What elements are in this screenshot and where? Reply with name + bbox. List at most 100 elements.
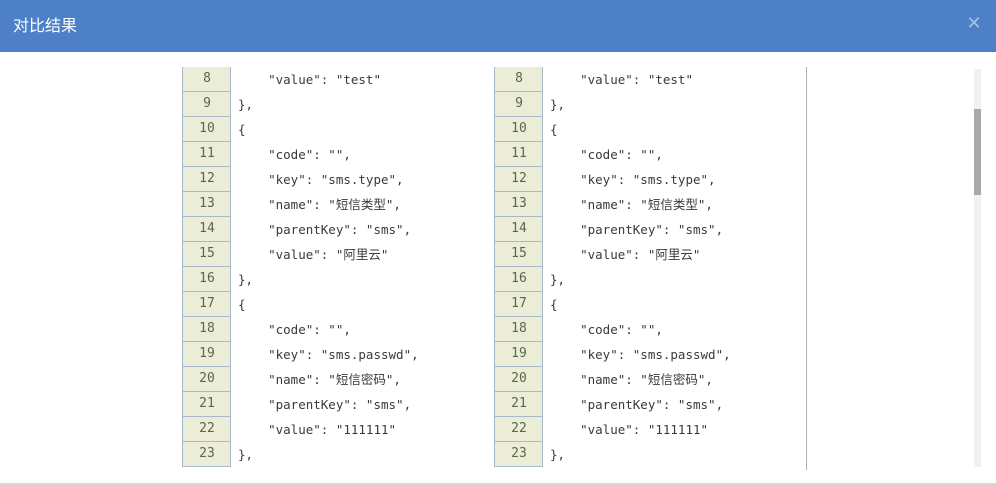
dialog-content: 8 "value": "test" 9}, 10{11 "code": "", 12 … [0,52,996,485]
code-line: 9}, [494,92,806,117]
code-line: 19 "key": "sms.passwd", [494,342,806,367]
close-icon[interactable]: ✕ [966,14,982,34]
code-text: "parentKey": "sms", [238,222,412,237]
line-number: 21 [494,392,543,417]
line-number: 14 [494,217,543,242]
line-number: 19 [182,342,231,367]
line-number: 11 [182,142,231,167]
dialog-titlebar: 对比结果 ✕ [0,0,996,52]
code-line: 11 "code": "", [182,142,494,167]
code-text: "value": "test" [238,72,381,87]
code-text: { [238,297,246,312]
code-line: 13 "name": "短信类型", [182,192,494,217]
line-number: 21 [182,392,231,417]
code-text: "key": "sms.passwd", [238,347,419,362]
line-number: 23 [494,442,543,467]
code-line: 14 "parentKey": "sms", [182,217,494,242]
code-line: 16}, [494,267,806,292]
line-number: 16 [494,267,543,292]
code-text: }, [550,272,566,287]
line-number: 8 [494,67,543,92]
code-text: "name": "短信密码", [238,372,401,387]
code-text: }, [238,447,254,462]
code-line: 12 "key": "sms.type", [494,167,806,192]
line-number: 15 [494,242,543,267]
code-text: "name": "短信密码", [550,372,713,387]
line-number: 20 [182,367,231,392]
code-line: 9}, [182,92,494,117]
code-text: "name": "短信类型", [238,197,401,212]
code-text: }, [238,97,254,112]
code-text: "key": "sms.passwd", [550,347,731,362]
code-text: }, [550,447,566,462]
code-line: 22 "value": "111111" [494,417,806,442]
code-text: }, [550,97,566,112]
line-number: 13 [494,192,543,217]
line-number: 19 [494,342,543,367]
line-number: 11 [494,142,543,167]
code-line: 15 "value": "阿里云" [494,242,806,267]
vertical-scrollbar[interactable] [974,69,981,467]
code-text: "code": "", [238,322,351,337]
code-line: 15 "value": "阿里云" [182,242,494,267]
code-text: { [550,122,558,137]
code-line: 13 "name": "短信类型", [494,192,806,217]
code-line: 20 "name": "短信密码", [494,367,806,392]
line-number: 14 [182,217,231,242]
code-text: "value": "阿里云" [238,247,389,262]
line-number: 18 [494,317,543,342]
dialog-title: 对比结果 [13,16,78,35]
left-diff-pane: 8 "value": "test" 9}, 10{11 "code": "", 12 … [182,67,494,470]
code-line: 23}, [182,442,494,467]
code-text: }, [238,272,254,287]
line-number: 8 [182,67,231,92]
code-text: "code": "", [550,147,663,162]
code-text: { [238,122,246,137]
code-line: 14 "parentKey": "sms", [494,217,806,242]
line-number: 10 [182,117,231,142]
code-line: 17 { [494,292,806,317]
line-number: 22 [494,417,543,442]
line-number: 12 [494,167,543,192]
code-line: 12 "key": "sms.type", [182,167,494,192]
code-text: "name": "短信类型", [550,197,713,212]
line-number: 12 [182,167,231,192]
code-line: 17 { [182,292,494,317]
code-line: 8 "value": "test" [182,67,494,92]
line-number: 22 [182,417,231,442]
line-number: 9 [494,92,543,117]
code-text: "value": "111111" [238,422,397,437]
code-text: "parentKey": "sms", [238,397,412,412]
code-line: 21 "parentKey": "sms", [182,392,494,417]
line-number: 9 [182,92,231,117]
line-number: 13 [182,192,231,217]
right-diff-pane: 8 "value": "test" 9}, 10{11 "code": "", 12 … [494,67,807,470]
line-number: 16 [182,267,231,292]
line-number: 17 [182,292,231,317]
code-line: 19 "key": "sms.passwd", [182,342,494,367]
line-number: 17 [494,292,543,317]
line-number: 23 [182,442,231,467]
code-text: "key": "sms.type", [550,172,716,187]
line-number: 20 [494,367,543,392]
code-line: 20 "name": "短信密码", [182,367,494,392]
code-text: "value": "test" [550,72,693,87]
scrollbar-thumb[interactable] [974,109,981,195]
code-text: "value": "111111" [550,422,709,437]
compare-result-dialog: 对比结果 ✕ 8 "value": "test" 9}, 10{11 "code":… [0,0,996,485]
code-text: { [550,297,558,312]
code-line: 10 { [182,117,494,142]
line-number: 15 [182,242,231,267]
code-text: "parentKey": "sms", [550,222,724,237]
line-number: 10 [494,117,543,142]
code-line: 23}, [494,442,806,467]
code-text: "key": "sms.type", [238,172,404,187]
code-text: "code": "", [238,147,351,162]
line-number: 18 [182,317,231,342]
code-line: 8 "value": "test" [494,67,806,92]
code-line: 18 "code": "", [182,317,494,342]
code-text: "value": "阿里云" [550,247,701,262]
code-text: "code": "", [550,322,663,337]
code-line: 21 "parentKey": "sms", [494,392,806,417]
code-text: "parentKey": "sms", [550,397,724,412]
